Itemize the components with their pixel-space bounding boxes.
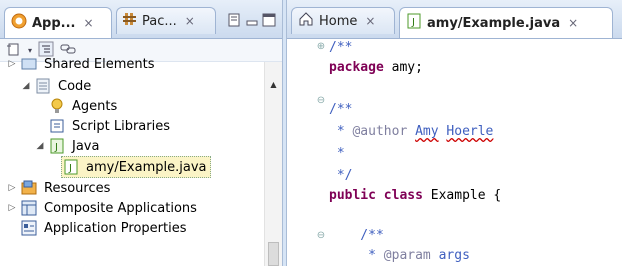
- tree-item-composite-applications[interactable]: ▷ Composite Applications: [6, 198, 197, 218]
- java-file-icon: J: [62, 159, 80, 175]
- close-icon[interactable]: ×: [568, 16, 578, 30]
- code-icon: [34, 78, 52, 94]
- collapse-fold-icon[interactable]: ⊖: [316, 231, 326, 241]
- misspelled-word: Amy: [415, 124, 439, 139]
- tree-item-code[interactable]: ◢ Code: [20, 76, 91, 96]
- expand-arrow-icon[interactable]: ▷: [6, 203, 18, 213]
- tree-item-java[interactable]: ◢ J Java: [34, 136, 99, 156]
- package-explorer-icon: [123, 12, 137, 30]
- view-menu-icon[interactable]: [228, 13, 240, 30]
- comment-text: *: [329, 248, 384, 263]
- java-code-editor[interactable]: ⊕ ⊖ ⊖ /** package amy; /** * @author Amy…: [287, 39, 622, 266]
- code-area[interactable]: /** package amy; /** * @author Amy Hoerl…: [329, 39, 622, 266]
- tree-item-label: Agents: [72, 98, 118, 114]
- code-text: Example {: [422, 188, 502, 203]
- agents-icon: [48, 98, 66, 114]
- editor-tabstrip: Home × J amy/Example.java ×: [287, 0, 622, 39]
- code-line: public class Example {: [329, 187, 501, 205]
- close-icon[interactable]: ×: [365, 14, 375, 28]
- shared-elements-icon: [20, 56, 38, 72]
- tree-item-agents[interactable]: Agents: [48, 96, 117, 116]
- tree-item-application-properties[interactable]: Application Properties: [20, 218, 186, 238]
- comment-text: */: [329, 168, 353, 183]
- home-icon: [298, 11, 314, 31]
- applications-icon: [11, 13, 27, 33]
- expand-arrow-icon[interactable]: ▷: [6, 183, 18, 193]
- comment-text: /**: [329, 228, 384, 243]
- tab-package-explorer[interactable]: Pac... ×: [116, 7, 216, 34]
- comment-text: /**: [329, 40, 353, 55]
- comment-text: /**: [329, 102, 353, 117]
- tree-item-label: Resources: [44, 180, 111, 196]
- tab-example-java-label: amy/Example.java: [427, 15, 561, 31]
- close-icon[interactable]: ×: [84, 16, 94, 30]
- editor-gutter: ⊕ ⊖ ⊖: [287, 39, 327, 266]
- tab-home-label: Home: [319, 13, 358, 29]
- code-line: /**: [329, 39, 352, 57]
- code-line: *: [329, 145, 345, 163]
- editor-pane: Home × J amy/Example.java × ⊕ ⊖ ⊖ /** pa…: [286, 0, 622, 266]
- minimize-icon[interactable]: [246, 13, 258, 30]
- maximize-icon[interactable]: [262, 13, 276, 30]
- script-libraries-icon: [48, 118, 66, 134]
- code-text: amy;: [383, 60, 423, 75]
- tree-item-resources[interactable]: ▷ Resources: [6, 178, 110, 198]
- tree-item-label: Composite Applications: [44, 200, 197, 216]
- tab-home[interactable]: Home ×: [291, 7, 395, 34]
- code-line: /**: [329, 101, 352, 119]
- tree-item-example-java[interactable]: J amy/Example.java: [61, 156, 212, 178]
- code-line: * @author Amy Hoerle: [329, 123, 494, 141]
- tree-item-label: amy/Example.java: [86, 159, 207, 175]
- close-icon[interactable]: ×: [185, 14, 195, 28]
- tab-example-java[interactable]: J amy/Example.java ×: [399, 7, 613, 38]
- resources-icon: [20, 180, 38, 196]
- tree-item-script-libraries[interactable]: Script Libraries: [48, 116, 170, 136]
- code-line: /**: [329, 227, 384, 245]
- tree-item-label: Script Libraries: [72, 118, 170, 134]
- svg-text:J: J: [54, 142, 58, 153]
- scrollbar-thumb[interactable]: [268, 242, 279, 266]
- tree-scrollbar[interactable]: ▲: [264, 62, 282, 266]
- comment-text: args: [430, 248, 470, 263]
- scroll-up-icon[interactable]: ▲: [265, 80, 282, 89]
- tree-item-label: Shared Elements: [44, 56, 155, 72]
- tab-applications-label: App...: [32, 15, 76, 31]
- collapse-fold-icon[interactable]: ⊖: [316, 96, 326, 106]
- keyword: class: [383, 188, 423, 203]
- tree-item-label: Code: [58, 78, 92, 94]
- tree-item-shared-elements[interactable]: ▷ Shared Elements: [6, 54, 155, 74]
- keyword: package: [329, 60, 384, 75]
- svg-text:J: J: [68, 163, 72, 174]
- tab-package-explorer-label: Pac...: [142, 13, 177, 29]
- misspelled-word: Hoerle: [446, 124, 494, 139]
- collapse-arrow-icon[interactable]: ◢: [20, 81, 32, 91]
- left-tabstrip: App... × Pac... ×: [0, 0, 282, 39]
- javadoc-tag: @param: [383, 248, 431, 263]
- svg-text:J: J: [411, 17, 415, 28]
- tree-item-label: Java: [72, 138, 100, 154]
- comment-text: [407, 124, 415, 139]
- code-line: * @param args: [329, 247, 470, 265]
- keyword: public: [329, 188, 376, 203]
- tree-item-label: Application Properties: [44, 220, 187, 236]
- tab-applications[interactable]: App... ×: [4, 7, 112, 38]
- collapse-arrow-icon[interactable]: ◢: [34, 141, 46, 151]
- applications-navigator-pane: App... × Pac... × ▾ ▷ Shared Elements ◢ …: [0, 0, 283, 266]
- application-tree: ▷ Shared Elements ◢ Code Agents Script L…: [0, 57, 264, 266]
- code-line: */: [329, 167, 353, 185]
- code-line: package amy;: [329, 59, 423, 77]
- java-folder-icon: J: [48, 138, 66, 154]
- expand-arrow-icon[interactable]: ▷: [6, 59, 18, 69]
- comment-text: *: [329, 124, 353, 139]
- java-file-icon: J: [406, 13, 422, 33]
- comment-text: *: [329, 146, 345, 161]
- javadoc-tag: @author: [352, 124, 408, 139]
- application-properties-icon: [20, 220, 38, 236]
- composite-applications-icon: [20, 200, 38, 216]
- expand-fold-icon[interactable]: ⊕: [316, 42, 326, 52]
